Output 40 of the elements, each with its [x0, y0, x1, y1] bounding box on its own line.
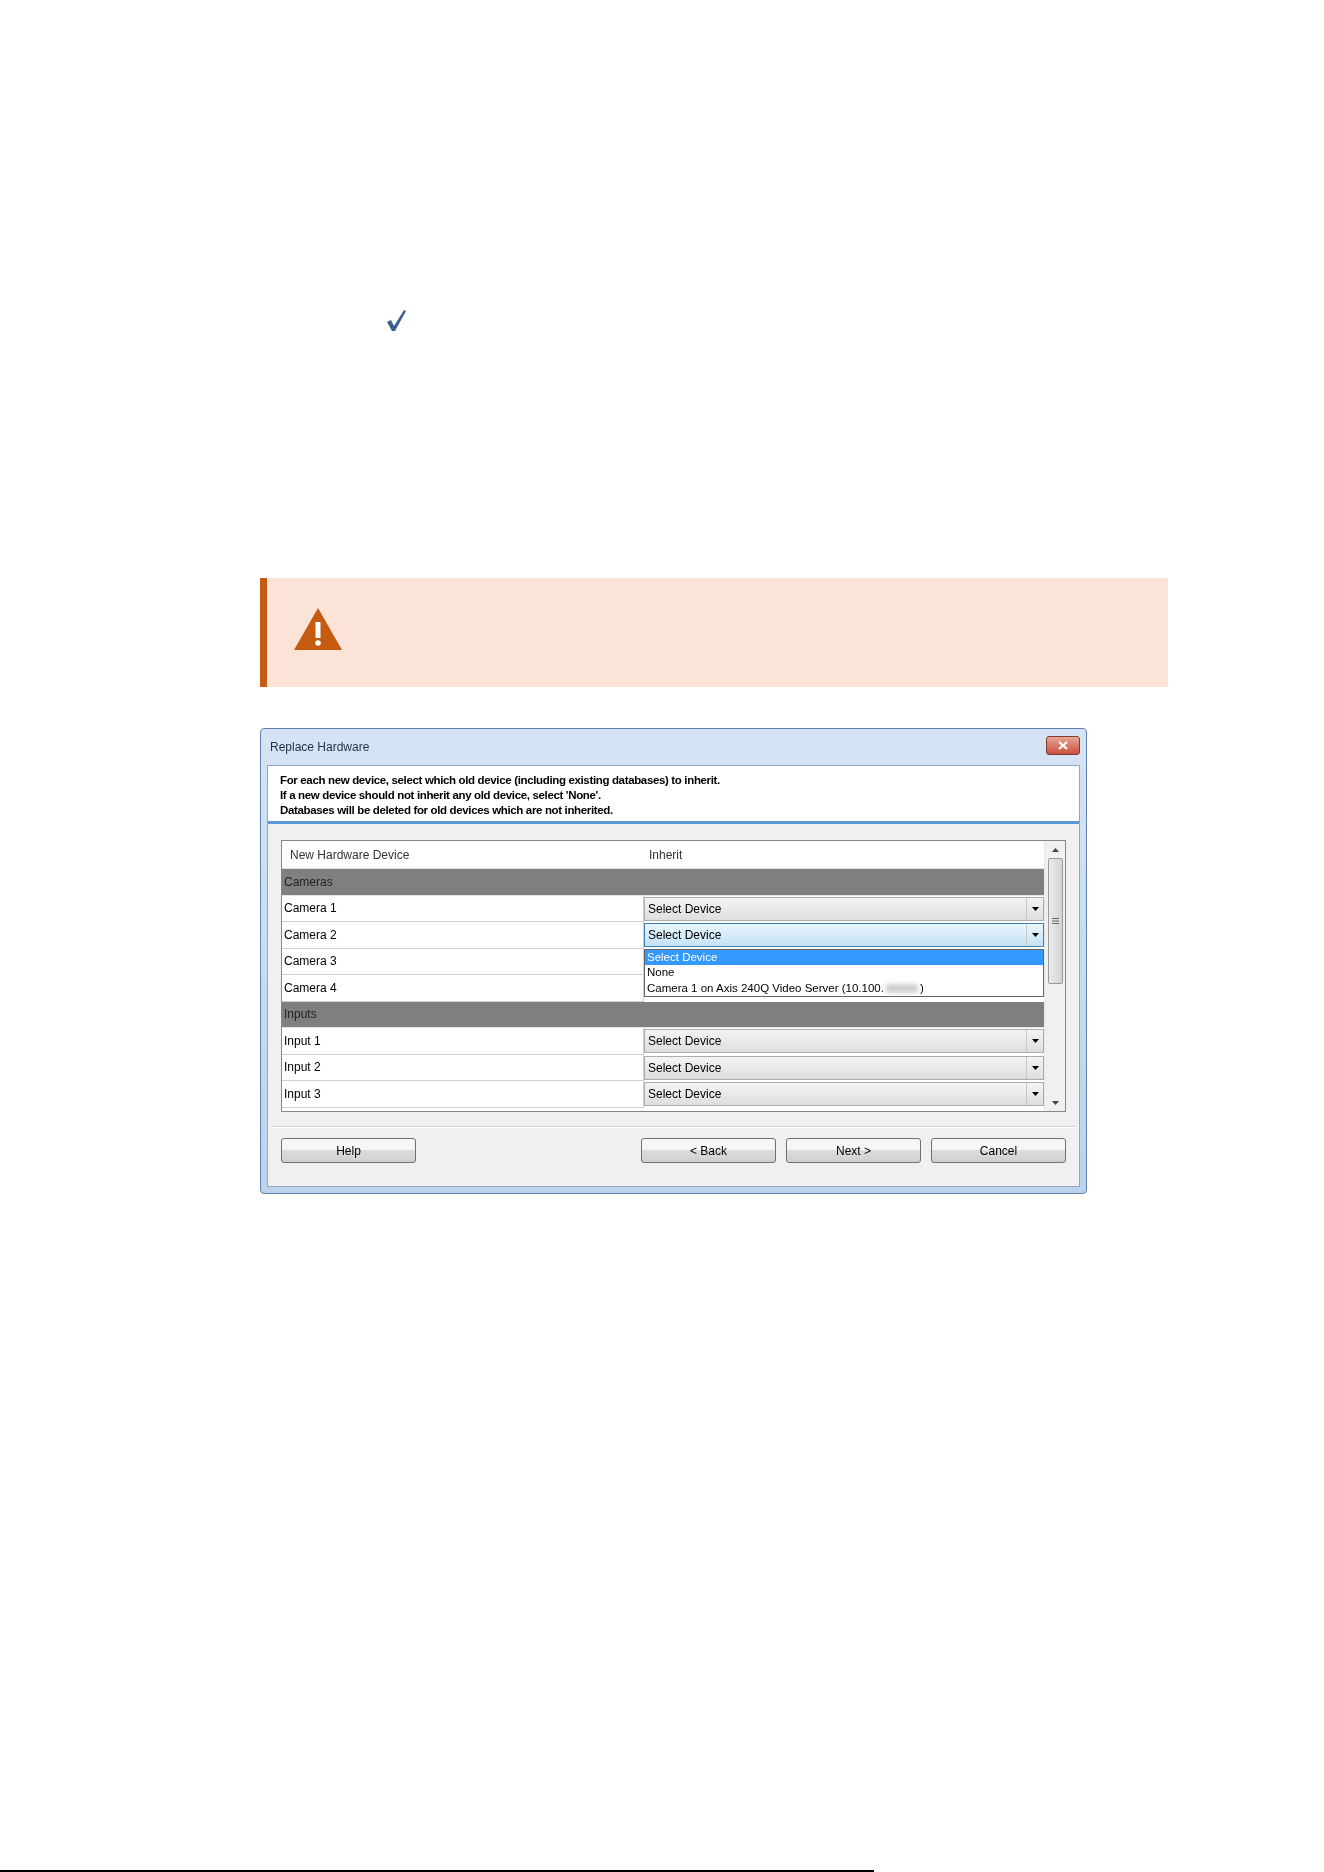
instruction-text: If a new device should not inherit any old device, select 'None'.: [280, 787, 602, 803]
device-dropdown[interactable]: Select Device: [644, 1082, 1045, 1107]
dropdown-option[interactable]: Camera 1 on Axis 240Q Video Server (10.100.: [647, 980, 884, 996]
scroll-down-icon: [1051, 1101, 1059, 1105]
close-button[interactable]: [1046, 735, 1080, 755]
dialog-button[interactable]: Next >: [786, 1138, 921, 1163]
table-cell: Camera 2: [282, 922, 644, 949]
checkmark-icon: [385, 308, 407, 332]
dropdown-arrow-icon: [1031, 933, 1039, 938]
dropdown-arrow-icon: [1031, 1039, 1039, 1044]
dialog-button[interactable]: < Back: [641, 1138, 776, 1163]
dropdown-arrow-icon: [1031, 906, 1039, 911]
table-cell: Input 1: [282, 1028, 644, 1055]
device-dropdown[interactable]: Select Device: [644, 896, 1045, 921]
group-label: Inputs: [284, 1007, 317, 1022]
close-icon: [1058, 740, 1068, 750]
scroll-up-icon: [1051, 848, 1059, 852]
column-header[interactable]: New Hardware Device: [282, 841, 644, 868]
table-cell: Camera 4: [282, 975, 644, 1002]
dropdown-arrow-icon: [1031, 1065, 1039, 1070]
column-header[interactable]: Inherit: [644, 841, 1045, 868]
instruction-text: For each new device, select which old device (including existing databases) to inherit.: [280, 772, 721, 788]
scrollbar[interactable]: [1044, 841, 1065, 1111]
device-dropdown[interactable]: Select Device: [644, 1029, 1045, 1054]
table-cell: Input 3: [282, 1081, 644, 1108]
group-label: Cameras: [284, 874, 333, 889]
device-dropdown[interactable]: Select Device: [644, 1055, 1045, 1080]
window-title: Replace Hardware: [270, 740, 370, 754]
table-cell: Input 2: [282, 1054, 644, 1081]
instruction-text: Databases will be deleted for old devices which are not inherited.: [280, 802, 614, 818]
warning-icon: [294, 608, 342, 650]
closing-parenthesis: ): [919, 980, 924, 996]
device-dropdown[interactable]: Select Device: [644, 923, 1045, 948]
grip-icon: [1051, 918, 1059, 924]
scroll-thumb[interactable]: [1047, 858, 1063, 984]
dialog-button[interactable]: Help: [281, 1138, 416, 1163]
dialog-button[interactable]: Cancel: [931, 1138, 1066, 1163]
table-cell: Camera 1: [282, 895, 644, 922]
dropdown-arrow-icon: [1031, 1092, 1039, 1097]
table-cell: Camera 3: [282, 948, 644, 975]
